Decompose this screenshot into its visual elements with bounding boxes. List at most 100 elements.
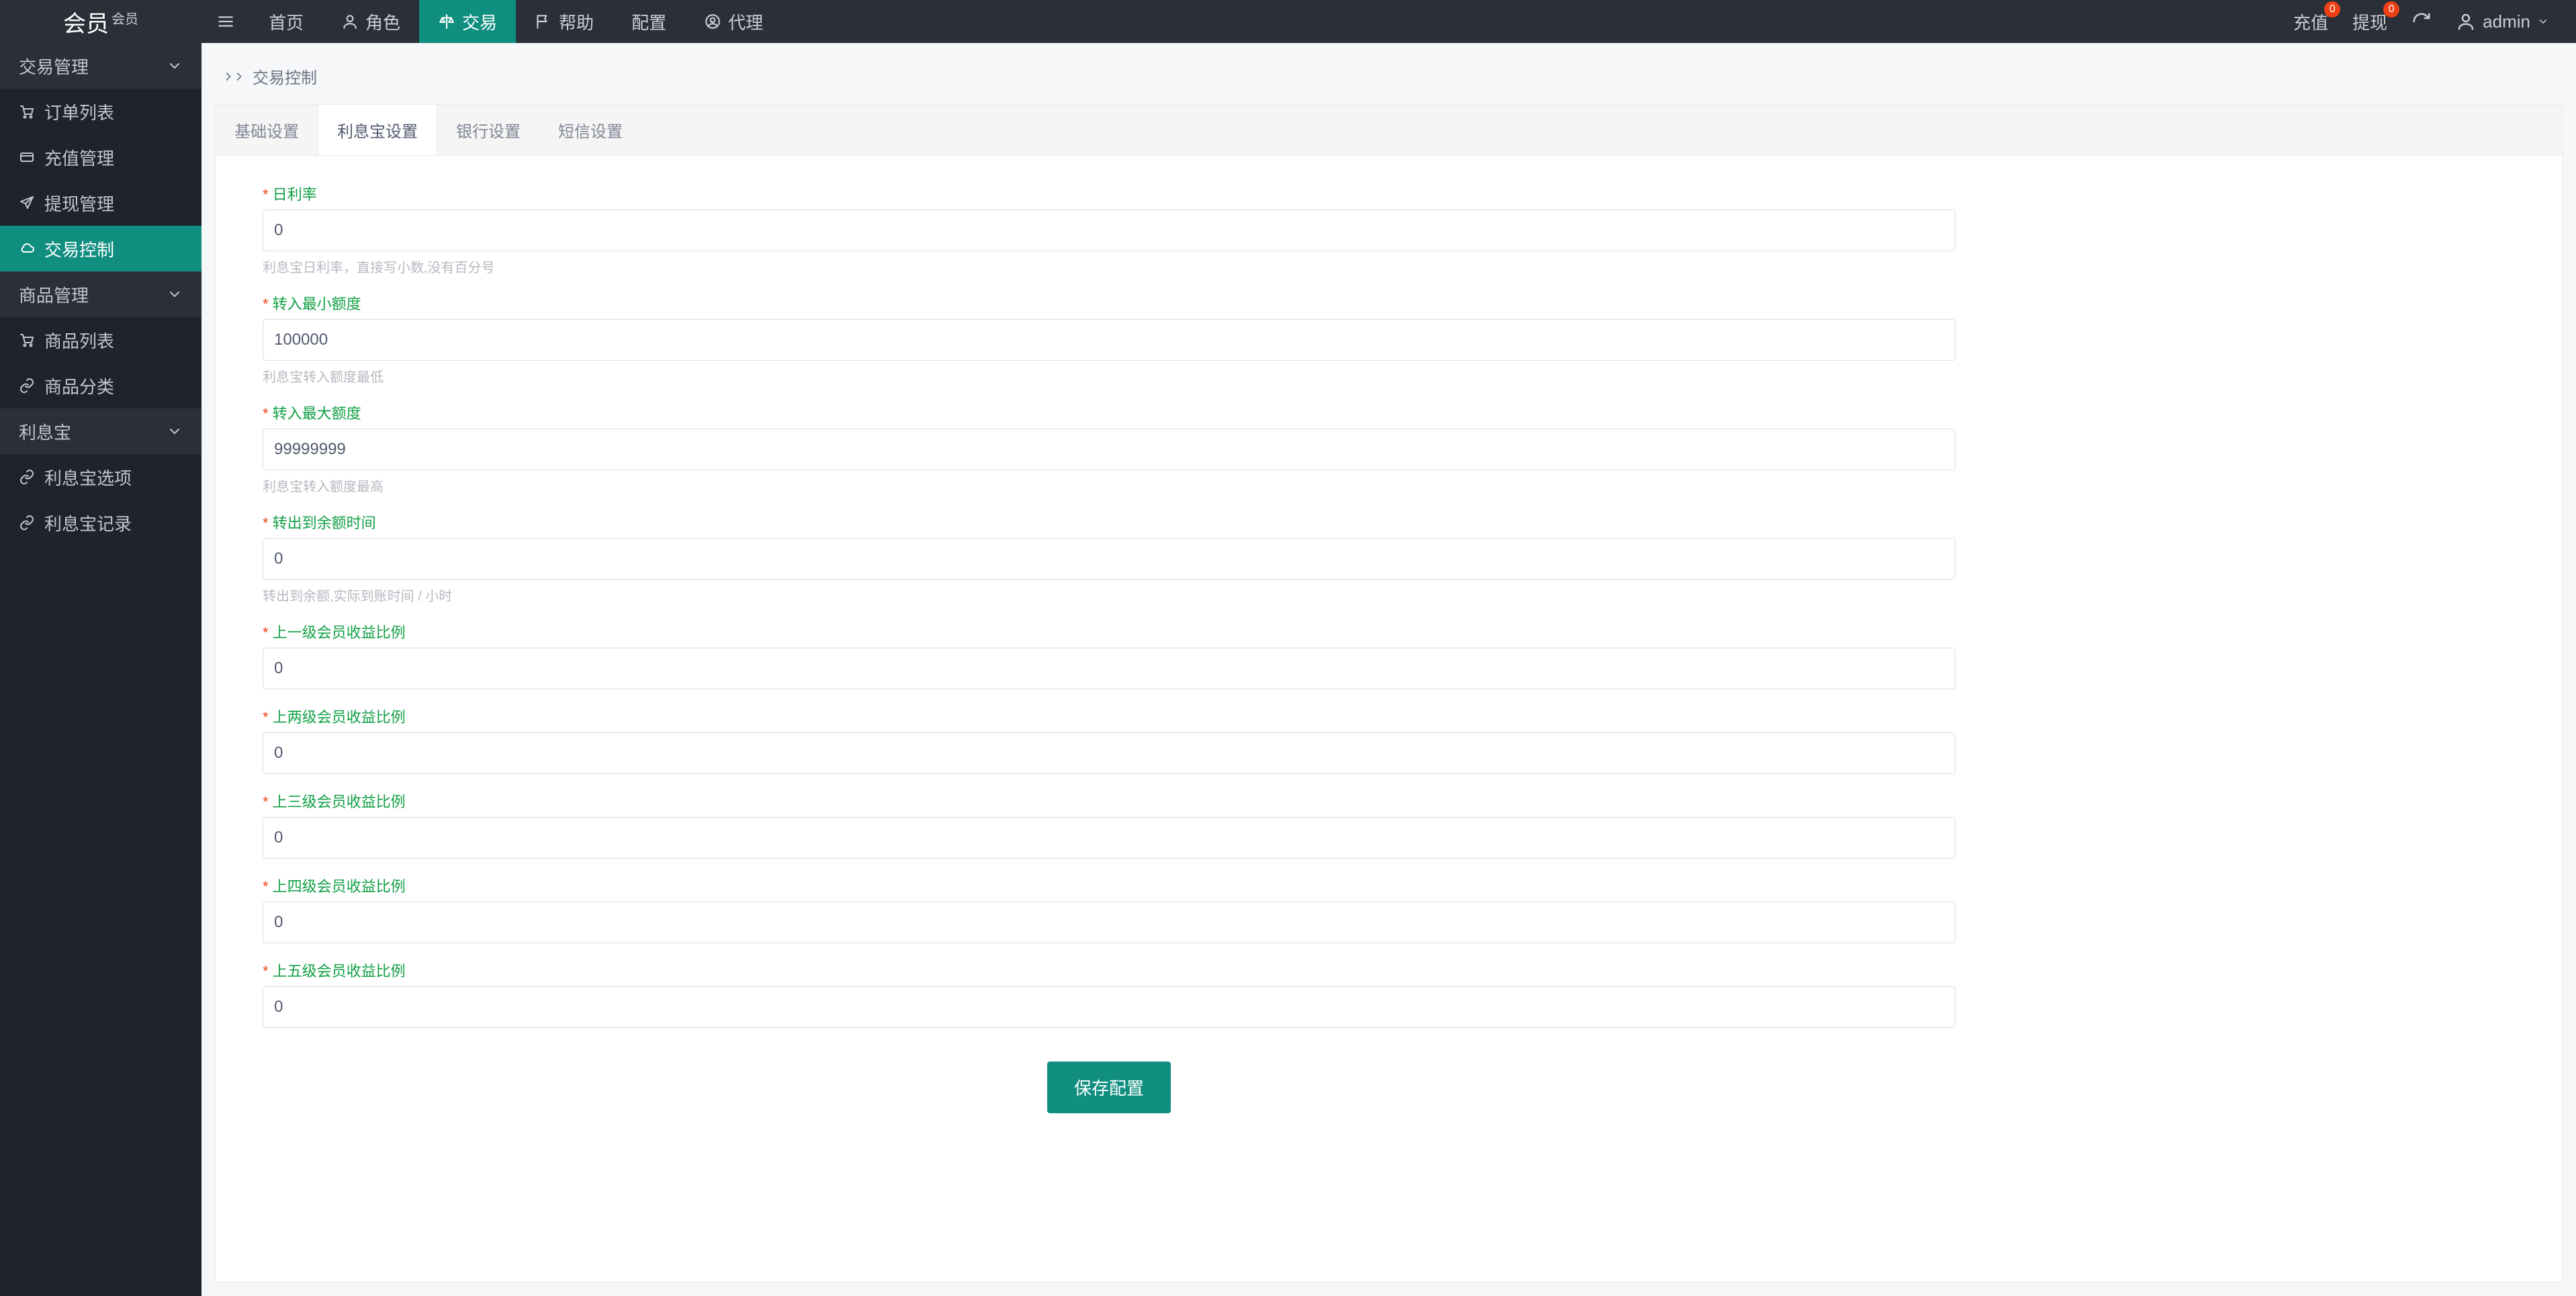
card-icon [19,149,35,165]
submit-row: 保存配置 [263,1062,1955,1113]
main-panel: 基础设置 利息宝设置 银行设置 短信设置 *日利率 利息宝日利率，直接写小数,没… [215,104,2563,1283]
nav-role[interactable]: 角色 [322,0,419,43]
sidebar-group-label: 交易管理 [19,54,89,79]
field-transfer-time: *转出到余额时间 转出到余额,实际到账时间 / 小时 [263,511,1955,605]
field-label: *转出到余额时间 [263,511,1955,533]
sidebar-group-label: 商品管理 [19,282,89,307]
nav-label: 帮助 [559,9,594,34]
chevron-down-icon [2537,15,2549,28]
field-level4-ratio: *上四级会员收益比例 [263,875,1955,943]
tab-sms[interactable]: 短信设置 [539,105,641,155]
nav-home[interactable]: 首页 [250,0,322,43]
sidebar-group-label: 利息宝 [19,419,71,444]
level3-ratio-input[interactable] [263,817,1955,859]
sidebar-item-label: 订单列表 [44,99,114,124]
breadcrumb: 交易控制 [215,56,2563,104]
field-label: *转入最小额度 [263,292,1955,314]
nav-label: 配置 [631,9,666,34]
nav-label: 代理 [728,9,763,34]
refresh-button[interactable] [2411,11,2432,32]
cloud-icon [19,241,35,257]
field-hint: 利息宝转入额度最高 [263,476,1955,495]
sidebar-item-recharge[interactable]: 充值管理 [0,134,202,180]
level5-ratio-input[interactable] [263,986,1955,1028]
link-icon [19,378,35,394]
cart-icon [19,103,35,120]
sidebar-group-interest[interactable]: 利息宝 [0,408,202,454]
save-button[interactable]: 保存配置 [1047,1062,1171,1113]
user-icon [341,13,359,30]
field-hint: 利息宝日利率，直接写小数,没有百分号 [263,257,1955,276]
field-daily-rate: *日利率 利息宝日利率，直接写小数,没有百分号 [263,183,1955,276]
chevron-down-icon [167,286,183,302]
sidebar-item-trade-control[interactable]: 交易控制 [0,226,202,271]
sidebar-item-label: 交易控制 [44,236,114,261]
tab-label: 短信设置 [558,123,623,141]
tab-bank[interactable]: 银行设置 [437,105,539,155]
min-deposit-input[interactable] [263,319,1955,361]
level4-ratio-input[interactable] [263,902,1955,943]
tab-label: 利息宝设置 [337,123,418,141]
form: *日利率 利息宝日利率，直接写小数,没有百分号 *转入最小额度 利息宝转入额度最… [216,156,2002,1140]
sidebar-item-orders[interactable]: 订单列表 [0,89,202,134]
field-level1-ratio: *上一级会员收益比例 [263,621,1955,689]
withdraw-link[interactable]: 提现 0 [2352,9,2387,34]
field-hint: 利息宝转入额度最低 [263,366,1955,386]
logo: 会员 会员 [0,5,202,38]
transfer-time-input[interactable] [263,538,1955,580]
field-level5-ratio: *上五级会员收益比例 [263,959,1955,1028]
sidebar-toggle[interactable] [202,13,250,30]
breadcrumb-current: 交易控制 [253,64,317,88]
nav-agent[interactable]: 代理 [685,0,782,43]
sidebar-item-interest-records[interactable]: 利息宝记录 [0,500,202,546]
user-icon [2456,11,2476,32]
chevron-right-icon [232,70,246,83]
scale-icon [438,13,455,30]
field-label: *上两级会员收益比例 [263,705,1955,727]
field-min-deposit: *转入最小额度 利息宝转入额度最低 [263,292,1955,386]
field-label: *上四级会员收益比例 [263,875,1955,896]
level1-ratio-input[interactable] [263,648,1955,689]
user-menu[interactable]: admin [2456,11,2549,32]
cart-icon [19,332,35,348]
nav-help[interactable]: 帮助 [516,0,613,43]
tab-interest[interactable]: 利息宝设置 [318,105,437,155]
logo-main: 会员 [63,5,109,38]
sidebar-item-interest-options[interactable]: 利息宝选项 [0,454,202,500]
chevron-down-icon [167,423,183,439]
field-label: *日利率 [263,183,1955,204]
recharge-label: 充值 [2293,9,2328,34]
sidebar-item-label: 利息宝记录 [44,511,132,535]
field-label: *上一级会员收益比例 [263,621,1955,642]
sidebar-item-label: 充值管理 [44,145,114,170]
recharge-link[interactable]: 充值 0 [2293,9,2328,34]
nav-config[interactable]: 配置 [613,0,685,43]
sidebar-item-label: 商品分类 [44,374,114,398]
field-label: *转入最大额度 [263,402,1955,423]
sidebar-group-products[interactable]: 商品管理 [0,271,202,317]
level2-ratio-input[interactable] [263,732,1955,774]
sidebar-item-withdraw[interactable]: 提现管理 [0,180,202,226]
top-nav: 首页 角色 交易 帮助 配置 代理 [250,0,782,43]
nav-trade[interactable]: 交易 [419,0,516,43]
sidebar-group-trade[interactable]: 交易管理 [0,43,202,89]
username: admin [2483,11,2530,32]
nav-label: 首页 [269,9,304,34]
field-label: *上三级会员收益比例 [263,790,1955,812]
flag-icon [535,13,552,30]
user-circle-icon [704,13,721,30]
sidebar-item-product-category[interactable]: 商品分类 [0,363,202,408]
nav-label: 角色 [365,9,400,34]
field-hint: 转出到余额,实际到账时间 / 小时 [263,585,1955,605]
field-label: *上五级会员收益比例 [263,959,1955,981]
daily-rate-input[interactable] [263,210,1955,251]
tab-basic[interactable]: 基础设置 [216,105,318,155]
sidebar-item-product-list[interactable]: 商品列表 [0,317,202,363]
tab-label: 基础设置 [234,123,299,141]
tab-bar: 基础设置 利息宝设置 银行设置 短信设置 [216,105,2562,156]
chevron-down-icon [167,58,183,74]
plane-icon [19,195,35,211]
max-deposit-input[interactable] [263,429,1955,470]
sidebar-item-label: 商品列表 [44,328,114,353]
link-icon [19,469,35,485]
